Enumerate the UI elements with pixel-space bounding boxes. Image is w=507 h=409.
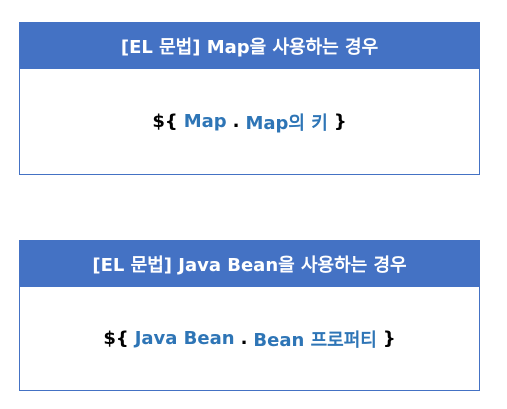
expression-object: Java Bean — [134, 328, 235, 349]
javabean-usage-title: [EL 문법] Java Bean을 사용하는 경우 — [20, 241, 479, 287]
expression-dot: . — [240, 328, 248, 349]
map-usage-box: [EL 문법] Map을 사용하는 경우 ${ Map . Map의 키 } — [19, 22, 480, 175]
expression-open: ${ — [152, 111, 178, 132]
expression-property: Map의 키 — [245, 112, 328, 134]
expression-close: } — [382, 328, 396, 349]
javabean-usage-box: [EL 문법] Java Bean을 사용하는 경우 ${ Java Bean … — [19, 240, 480, 391]
javabean-expression: ${ Java Bean . Bean 프로퍼티 } — [20, 287, 479, 390]
expression-property: Bean 프로퍼티 — [253, 329, 377, 351]
map-expression: ${ Map . Map의 키 } — [20, 69, 479, 174]
expression-close: } — [333, 111, 347, 132]
map-usage-title: [EL 문법] Map을 사용하는 경우 — [20, 23, 479, 69]
expression-open: ${ — [103, 328, 129, 349]
expression-object: Map — [183, 111, 227, 132]
expression-dot: . — [232, 111, 240, 132]
